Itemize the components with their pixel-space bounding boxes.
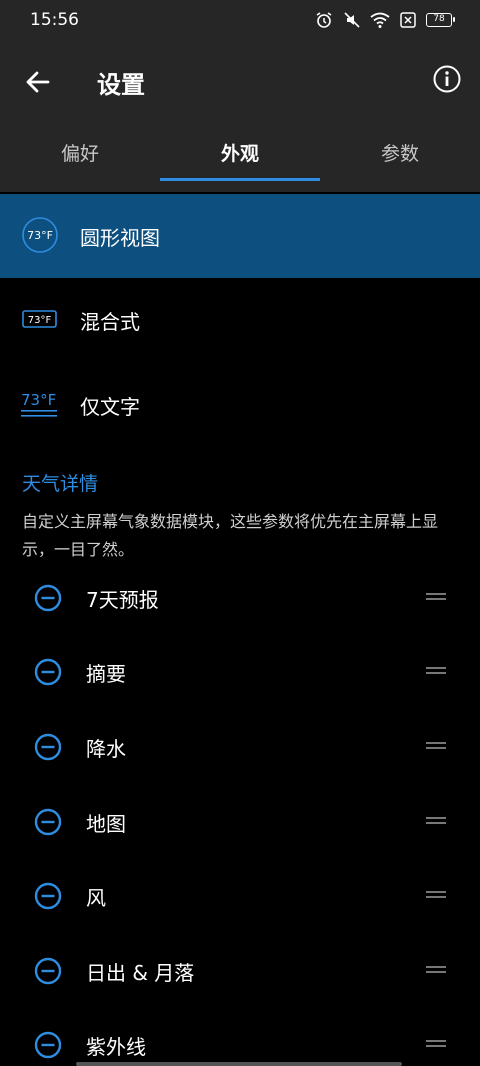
remove-circle-icon[interactable] [34, 808, 62, 836]
remove-circle-icon[interactable] [34, 658, 62, 686]
svg-text:73°F: 73°F [21, 391, 56, 409]
style-option-text[interactable]: 73°F 仅文字 [0, 363, 480, 447]
list-item-label: 7天预报 [86, 588, 159, 612]
remove-circle-icon[interactable] [34, 1031, 62, 1059]
mute-icon [344, 12, 360, 28]
drag-handle-icon[interactable] [426, 666, 446, 676]
list-item: 7天预报 [0, 572, 480, 632]
status-time: 15:56 [30, 10, 79, 30]
remove-circle-icon[interactable] [34, 882, 62, 910]
wifi-icon [370, 12, 390, 28]
svg-text:73°F: 73°F [27, 229, 53, 242]
gesture-nav-bar[interactable] [76, 1062, 402, 1066]
status-bar: 15:56 78 [0, 0, 480, 42]
app-bar: 设置 [0, 42, 480, 122]
style-option-label: 混合式 [80, 310, 140, 334]
list-item: 日出 & 月落 [0, 945, 480, 1005]
drag-handle-icon[interactable] [426, 965, 446, 975]
list-item-label: 日出 & 月落 [86, 961, 195, 985]
list-item-label: 摘要 [86, 662, 126, 686]
text-only-icon: 73°F [21, 391, 57, 417]
drag-handle-icon[interactable] [426, 592, 446, 602]
sim-off-icon [400, 12, 416, 28]
list-item-label: 地图 [86, 812, 126, 836]
drag-handle-icon[interactable] [426, 816, 446, 826]
style-option-label: 圆形视图 [80, 226, 160, 250]
remove-circle-icon[interactable] [34, 584, 62, 612]
info-icon[interactable] [432, 64, 462, 94]
drag-handle-icon[interactable] [426, 741, 446, 751]
svg-text:73°F: 73°F [28, 315, 52, 326]
remove-circle-icon[interactable] [34, 957, 62, 985]
hybrid-view-icon: 73°F [22, 310, 57, 328]
battery-icon: 78 [426, 13, 455, 27]
alarm-icon [316, 12, 332, 28]
section-description: 自定义主屏幕气象数据模块，这些参数将优先在主屏幕上显示，一目了然。 [22, 512, 439, 559]
list-item: 地图 [0, 796, 480, 856]
list-item: 风 [0, 870, 480, 930]
list-item-label: 紫外线 [86, 1035, 146, 1059]
list-item: 降水 [0, 721, 480, 781]
drag-handle-icon[interactable] [426, 890, 446, 900]
status-icons: 78 [314, 11, 455, 29]
drag-handle-icon[interactable] [426, 1039, 446, 1049]
style-option-label: 仅文字 [80, 395, 140, 419]
remove-circle-icon[interactable] [34, 733, 62, 761]
page-title: 设置 [97, 71, 145, 99]
list-item: 摘要 [0, 646, 480, 706]
list-item: 紫外线 [0, 1019, 480, 1066]
section-title: 天气详情 [22, 473, 99, 495]
tab-appearance[interactable]: 外观 [160, 122, 320, 192]
tab-preferences[interactable]: 偏好 [0, 122, 160, 192]
circle-view-icon: 73°F [22, 217, 58, 253]
list-item-label: 风 [86, 886, 106, 910]
list-item-label: 降水 [86, 737, 126, 761]
back-arrow-icon[interactable] [20, 64, 56, 100]
tab-bar: 偏好 外观 参数 [0, 122, 480, 192]
style-option-hybrid[interactable]: 73°F 混合式 [0, 278, 480, 362]
style-option-circle[interactable]: 73°F 圆形视图 [0, 194, 480, 278]
tab-parameters[interactable]: 参数 [320, 122, 480, 192]
